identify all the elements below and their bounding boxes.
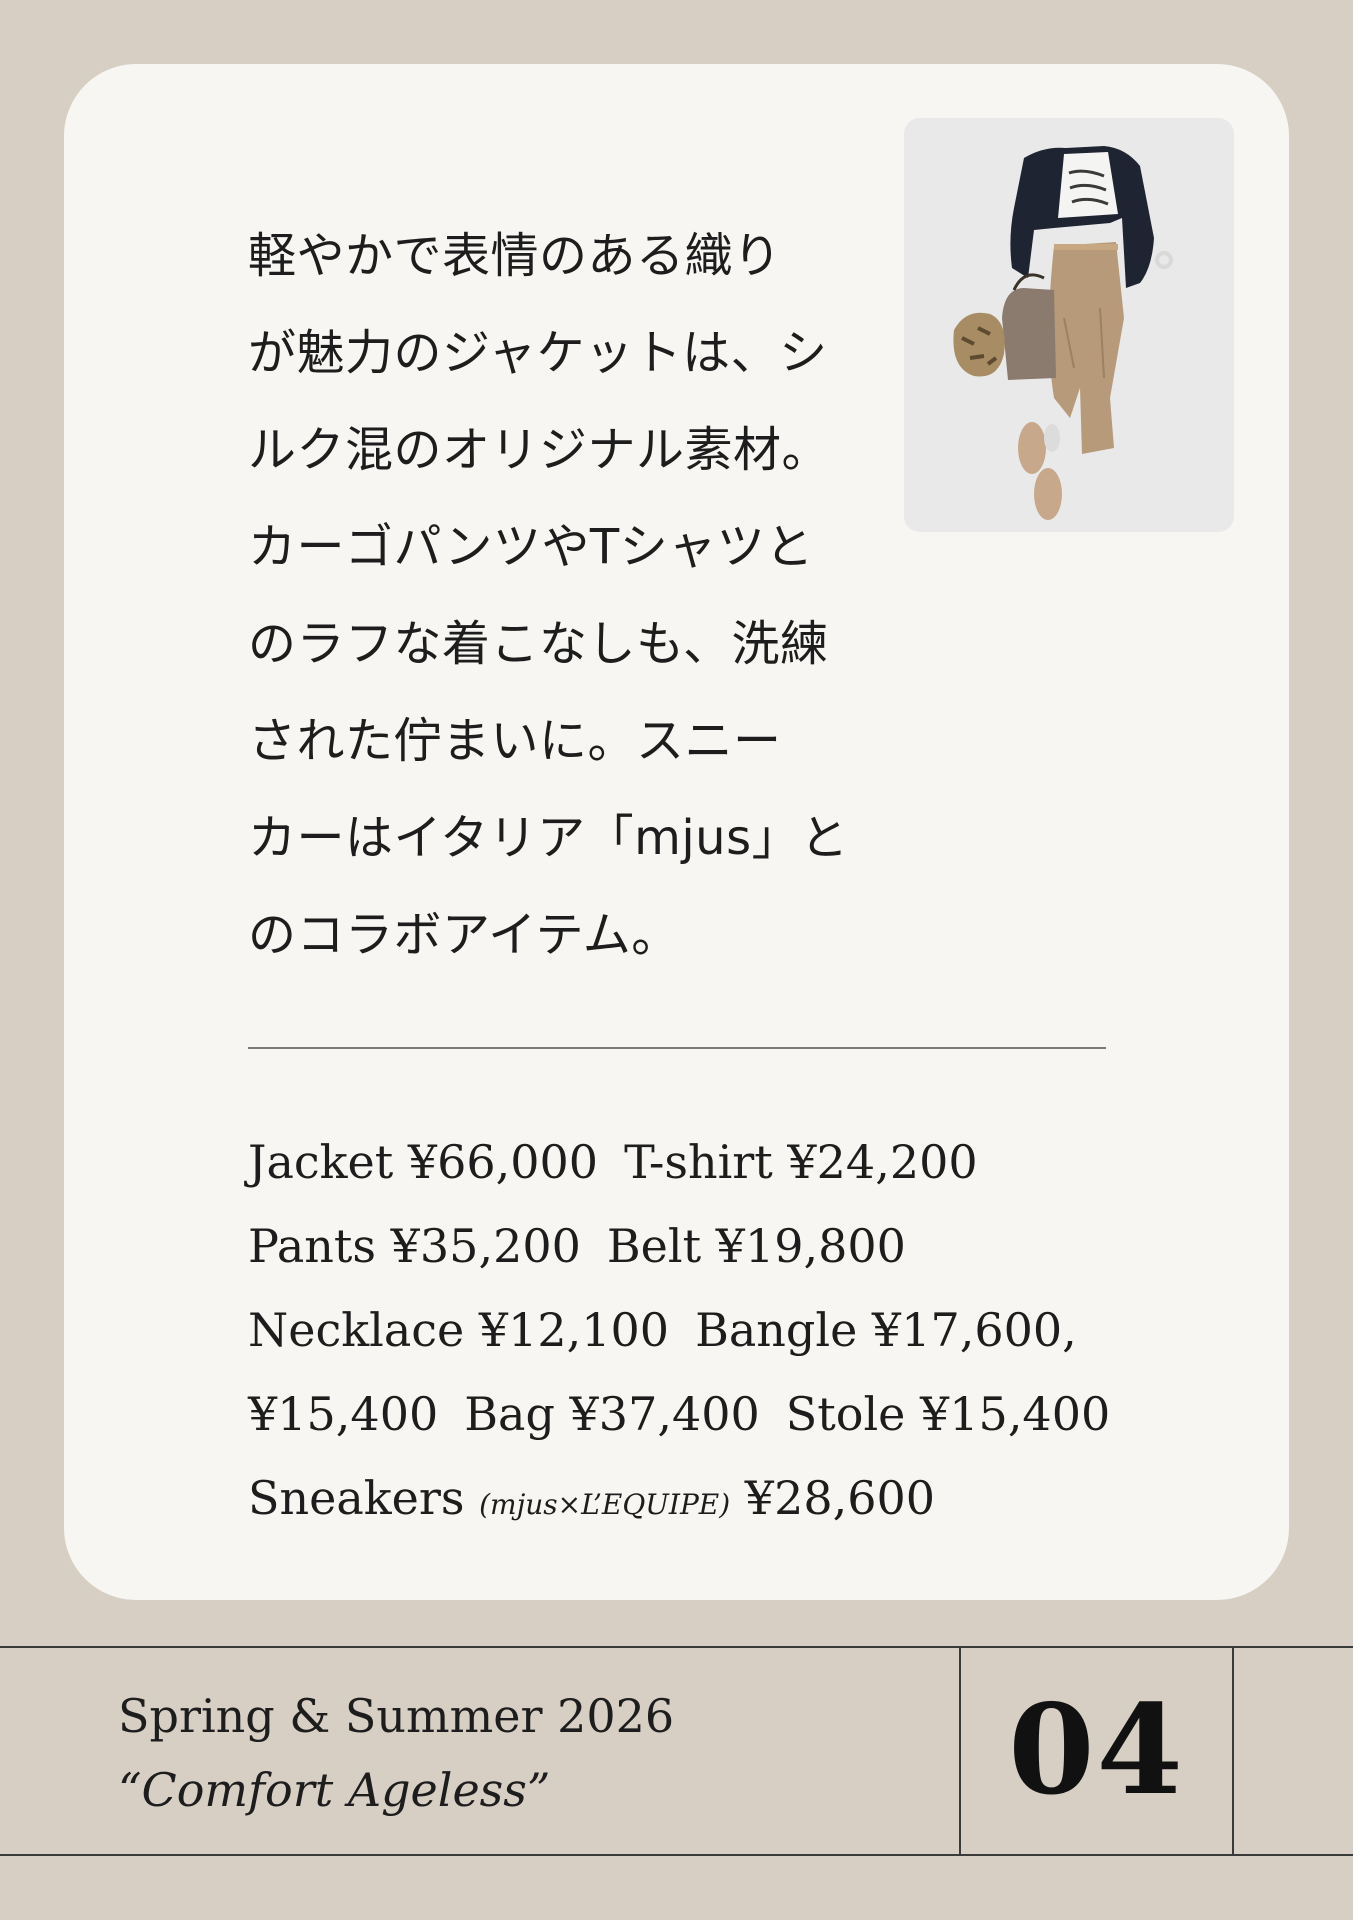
- description-line: が魅力のジャケットは、シ: [248, 325, 828, 381]
- credit-item: Stole ¥15,400: [785, 1387, 1111, 1441]
- outfit-photo-image: [904, 118, 1234, 532]
- credits-row: Sneakers (mjus×L’EQUIPE) ¥28,600: [248, 1456, 1148, 1547]
- description-line: のコラボアイテム。: [248, 907, 680, 963]
- credits-row: ¥15,400 Bag ¥37,400 Stole ¥15,400: [248, 1372, 1148, 1456]
- divider: [248, 1047, 1106, 1049]
- description-line: カーはイタリア「mjus」と: [248, 810, 849, 866]
- outfit-photo: [904, 118, 1234, 532]
- credit-item: ¥15,400: [248, 1387, 439, 1441]
- credit-item: Necklace ¥12,100: [248, 1303, 670, 1357]
- description-line: 軽やかで表情のある織り: [248, 228, 782, 284]
- credit-item: Jacket ¥66,000: [248, 1135, 599, 1189]
- credit-brand: (mjus×L’EQUIPE): [479, 1488, 731, 1521]
- description-line: ルク混のオリジナル素材。: [248, 422, 831, 478]
- description-text: 軽やかで表情のある織り が魅力のジャケットは、シ ルク混のオリジナル素材。 カー…: [248, 208, 848, 984]
- credits-row: Jacket ¥66,000 T-shirt ¥24,200: [248, 1120, 1148, 1204]
- footer-bottom-rule: [0, 1854, 1353, 1856]
- credit-item: Bag ¥37,400: [464, 1387, 760, 1441]
- description-line: のラフな着こなしも、洗練: [248, 616, 829, 672]
- footer-divider: [1232, 1646, 1234, 1854]
- credit-item: Bangle ¥17,600,: [695, 1303, 1077, 1357]
- credit-price: ¥28,600: [744, 1471, 936, 1525]
- credits-row: Necklace ¥12,100 Bangle ¥17,600,: [248, 1288, 1148, 1372]
- page-number: 04: [1008, 1677, 1185, 1823]
- credits-row: Pants ¥35,200 Belt ¥19,800: [248, 1204, 1148, 1288]
- credit-item: Belt ¥19,800: [606, 1219, 906, 1273]
- credit-item: Sneakers: [248, 1471, 465, 1525]
- description-line: された佇まいに。スニー: [248, 713, 782, 769]
- theme-label: “Comfort Ageless”: [118, 1763, 551, 1817]
- description-line: カーゴパンツやTシャツと: [248, 519, 814, 575]
- season-label: Spring & Summer 2026: [118, 1689, 675, 1743]
- credit-item: T-shirt ¥24,200: [624, 1135, 978, 1189]
- credit-item: Pants ¥35,200: [248, 1219, 581, 1273]
- price-credits: Jacket ¥66,000 T-shirt ¥24,200 Pants ¥35,…: [248, 1120, 1148, 1547]
